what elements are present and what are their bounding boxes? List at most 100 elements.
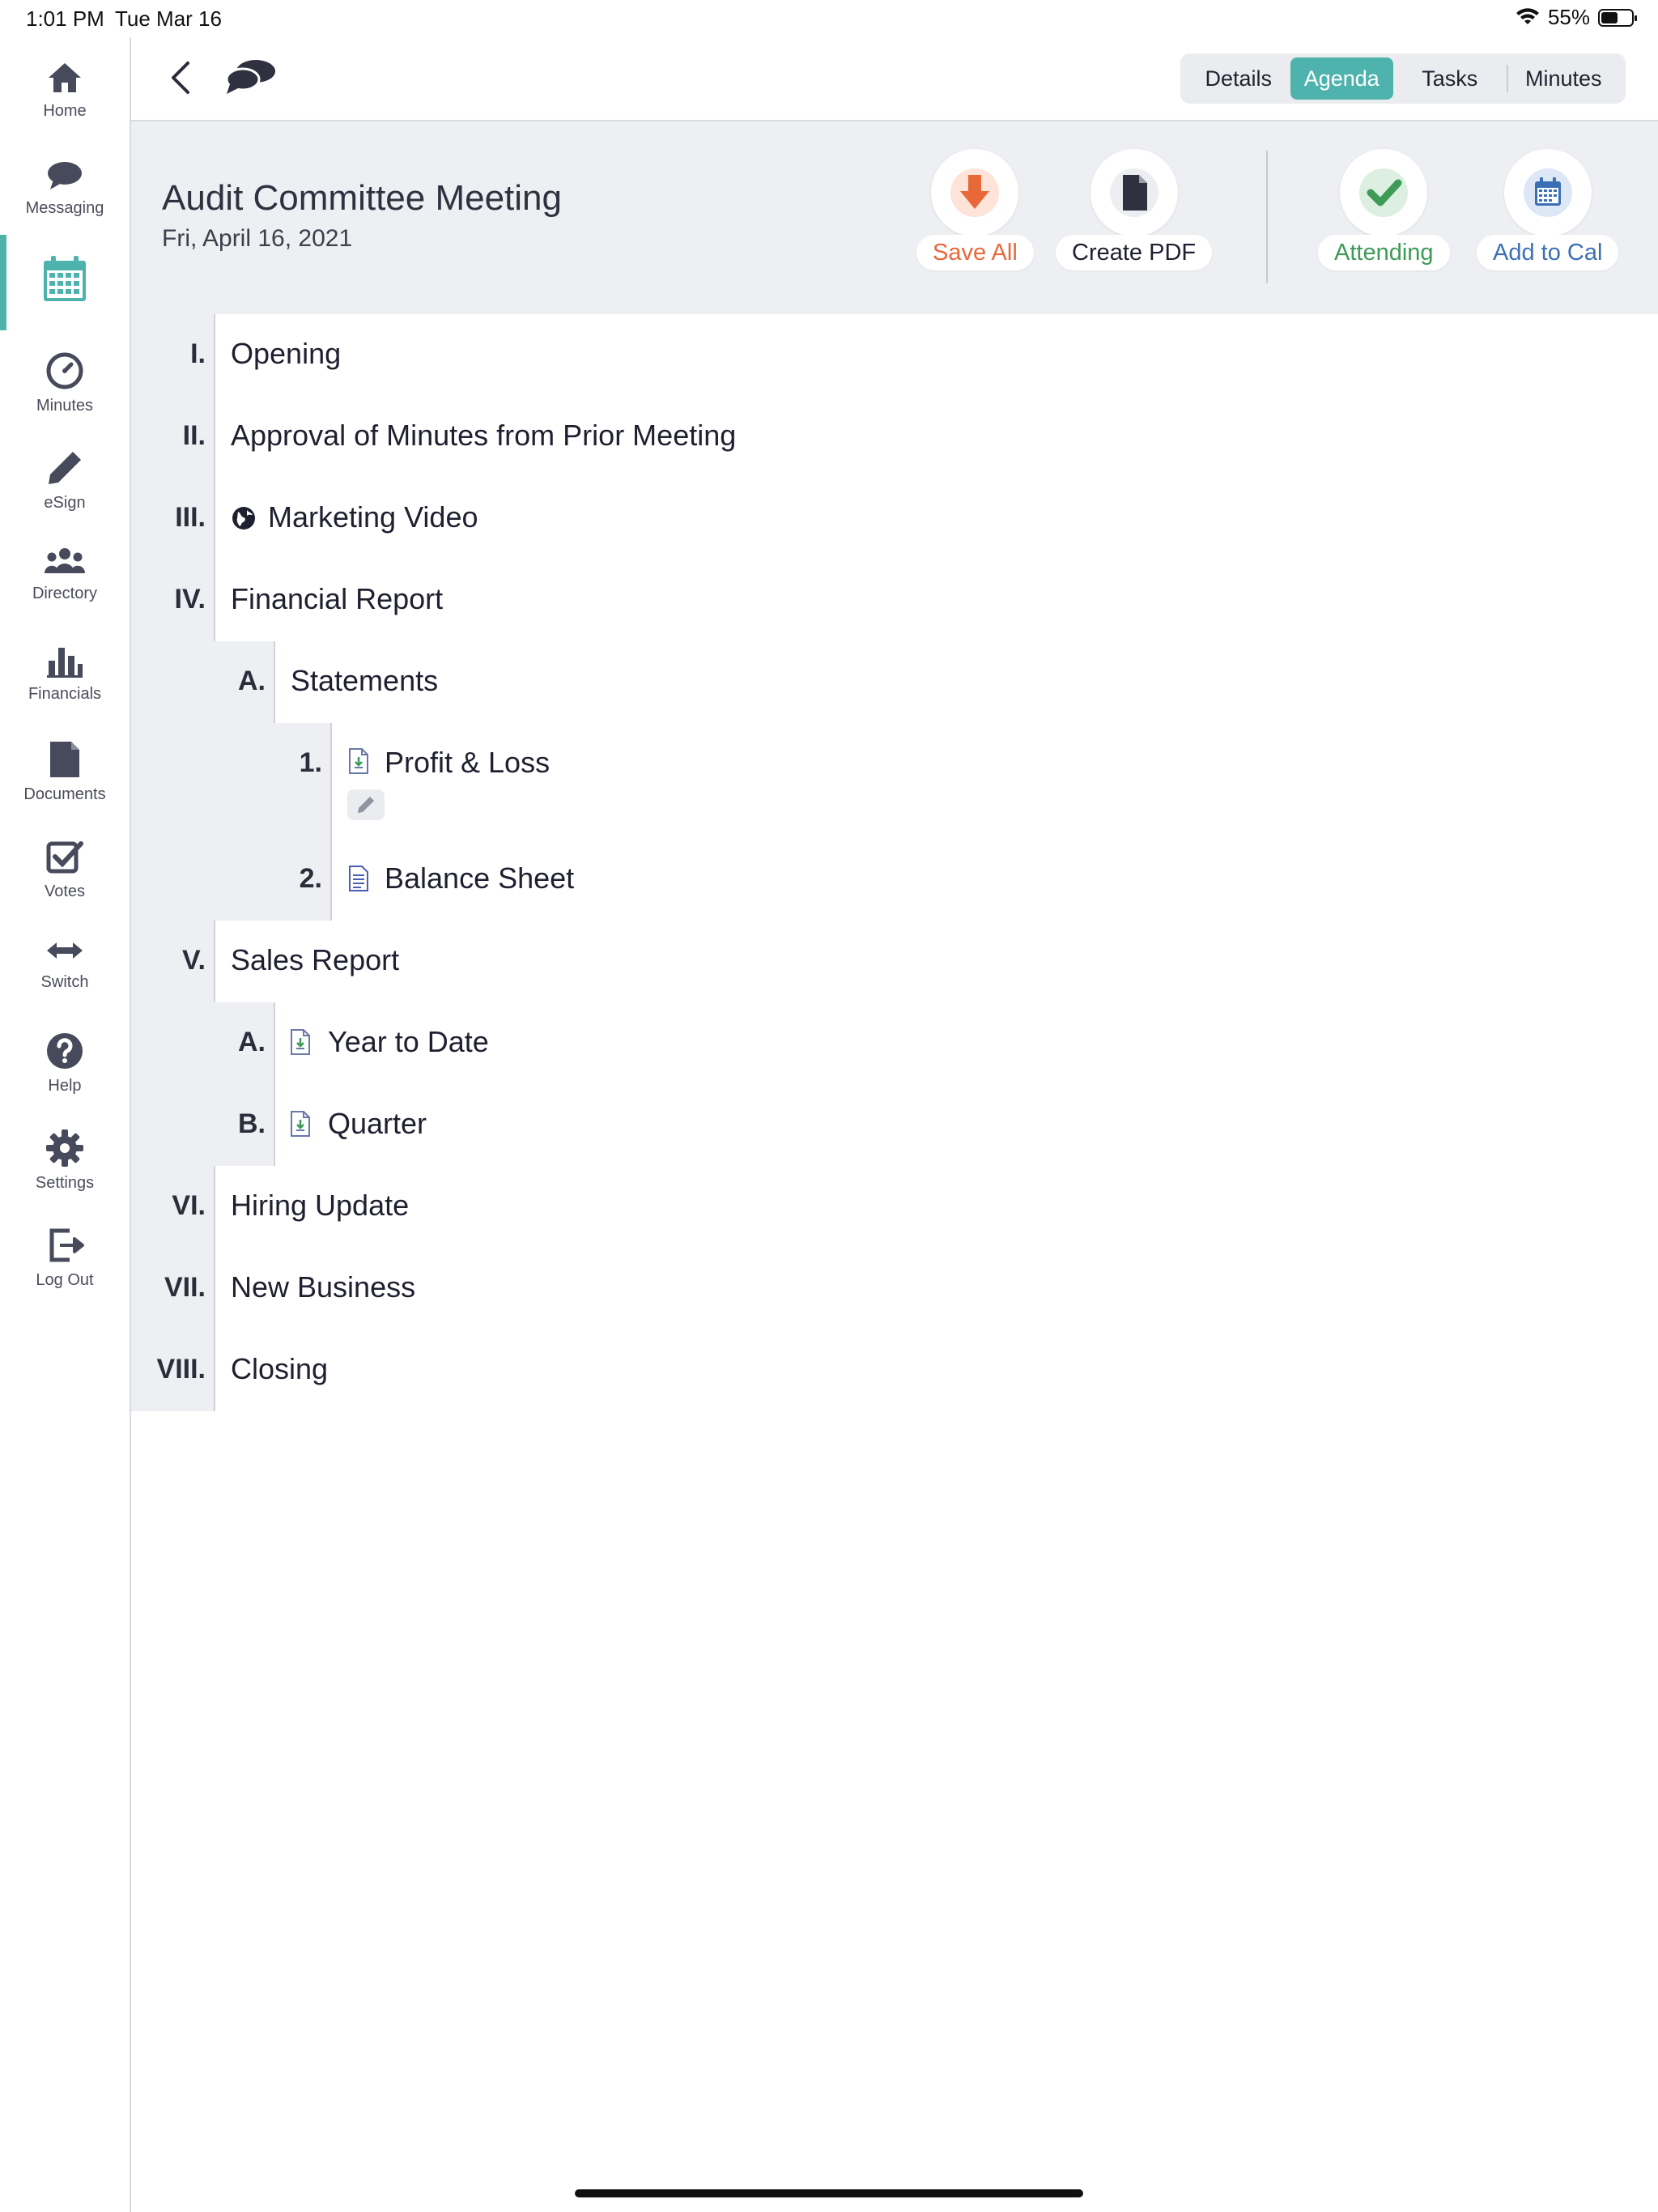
add-to-cal-circle[interactable] [1503,149,1592,236]
agenda-item-number: VII. [164,1272,206,1303]
agenda-subitem-quarter[interactable]: B. Quarter [131,1084,1658,1166]
file-download-icon [291,1111,310,1137]
agenda-item-title: Opening [231,337,342,370]
agenda-item-title: Approval of Minutes from Prior Meeting [231,419,737,452]
sidebar-item-settings[interactable]: Settings [0,1124,130,1213]
sidebar-item-help[interactable]: Help [0,1027,130,1116]
sidebar-item-votes[interactable]: Votes [0,832,130,921]
agenda-item-number: A. [238,666,266,696]
sidebar-item-label: Settings [35,1174,95,1192]
actions-divider [1266,151,1268,283]
pen-icon [49,452,81,484]
sidebar-item-label: Minutes [36,397,94,415]
agenda-item-title: Sales Report [231,943,400,976]
checkbox-icon [46,841,83,874]
sidebar: Home Messaging Minutes eSign Directory F… [0,37,131,2212]
agenda-item-marketing-video[interactable]: III. Marketing Video [131,478,1658,559]
file-download-icon [349,748,368,774]
attending-label[interactable]: Attending [1318,235,1450,270]
sidebar-item-directory[interactable]: Directory [0,541,130,630]
create-pdf-circle[interactable] [1090,149,1178,236]
agenda-item-number: A. [238,1027,266,1057]
back-chevron-icon[interactable] [168,60,193,96]
meeting-date: Fri, April 16, 2021 [162,225,353,252]
sidebar-item-label: Log Out [36,1271,94,1289]
home-indicator[interactable] [575,2189,1083,2197]
agenda-item-closing[interactable]: VIII. Closing [131,1329,1658,1411]
status-date: Tue Mar 16 [115,6,222,31]
agenda-subitem-profit-loss[interactable]: 1. Profit & Loss [131,723,1658,839]
swap-arrows-icon [47,942,83,959]
sidebar-item-messaging[interactable]: Messaging [0,152,130,241]
sidebar-item-label: Messaging [25,199,104,217]
sidebar-item-label: Home [43,102,87,120]
discussion-icon[interactable] [225,57,277,97]
agenda-item-hiring-update[interactable]: VI. Hiring Update [131,1166,1658,1248]
logout-icon [49,1228,84,1262]
calendar-icon [44,256,86,301]
sidebar-item-minutes[interactable]: Minutes [0,347,130,436]
top-bar: Details Agenda Tasks Minutes [131,37,1658,121]
agenda-item-title: Marketing Video [268,500,478,534]
clock-icon [46,352,83,389]
tab-agenda[interactable]: Agenda [1290,57,1394,100]
sidebar-item-label: Documents [23,785,106,803]
globe-icon [232,507,255,530]
meeting-title: Audit Committee Meeting [162,178,562,218]
wifi-icon [1516,7,1539,24]
tab-details[interactable]: Details [1187,57,1290,100]
save-all-label[interactable]: Save All [916,235,1034,270]
status-bar: 1:01 PM Tue Mar 16 55% [0,0,1658,37]
agenda-item-number: IV. [174,584,206,615]
agenda-subitem-year-to-date[interactable]: A. Year to Date [131,1002,1658,1084]
agenda-item-number: VI. [172,1190,206,1221]
agenda-subitem-balance-sheet[interactable]: 2. Balance Sheet [131,839,1658,921]
document-icon [50,742,79,777]
agenda-item-title: New Business [231,1270,416,1304]
agenda-item-title: Financial Report [231,582,444,615]
save-all-circle[interactable] [931,149,1019,236]
agenda-gutter [131,723,332,839]
tab-minutes[interactable]: Minutes [1508,57,1619,100]
sidebar-item-financials[interactable]: Financials [0,638,130,727]
edit-notes-button[interactable] [347,789,385,820]
view-tabs: Details Agenda Tasks Minutes [1180,53,1626,104]
agenda-item-approval-minutes[interactable]: II. Approval of Minutes from Prior Meeti… [131,396,1658,478]
agenda-subitem-statements[interactable]: A. Statements [131,641,1658,723]
agenda-item-financial-report[interactable]: IV. Financial Report [131,559,1658,641]
attending-circle[interactable] [1340,149,1428,236]
agenda-item-title: Quarter [328,1107,427,1140]
sidebar-item-label: Votes [44,883,86,900]
pdf-document-icon [1109,168,1158,217]
battery-icon [1598,8,1637,27]
sidebar-item-documents[interactable]: Documents [0,735,130,824]
attending-button[interactable]: Attending [1318,149,1450,270]
meeting-header: Audit Committee Meeting Fri, April 16, 2… [131,121,1658,314]
agenda-item-sales-report[interactable]: V. Sales Report [131,921,1658,1002]
tab-tasks[interactable]: Tasks [1393,57,1506,100]
agenda-item-opening[interactable]: I. Opening [131,314,1658,396]
agenda-item-number: 1. [299,747,322,778]
chat-bubble-icon [48,162,82,189]
create-pdf-label[interactable]: Create PDF [1056,235,1213,270]
save-all-button[interactable]: Save All [916,149,1034,270]
sidebar-item-calendar[interactable] [0,249,130,338]
agenda-item-title: Balance Sheet [385,861,575,895]
people-icon [44,548,86,573]
sidebar-item-switch[interactable]: Switch [0,929,130,1019]
agenda-item-number: B. [238,1108,266,1139]
agenda-item-number: 2. [299,863,322,894]
sidebar-item-home[interactable]: Home [0,55,130,144]
agenda-item-title: Hiring Update [231,1189,410,1222]
add-to-cal-button[interactable]: Add to Cal [1477,149,1619,270]
agenda-item-title: Statements [291,664,439,697]
agenda-item-title: Closing [231,1352,329,1385]
create-pdf-button[interactable]: Create PDF [1056,149,1213,270]
add-to-cal-label[interactable]: Add to Cal [1477,235,1619,270]
agenda-item-new-business[interactable]: VII. New Business [131,1248,1658,1329]
sidebar-item-logout[interactable]: Log Out [0,1221,130,1310]
home-icon [49,63,81,92]
gear-icon [46,1129,83,1167]
sidebar-item-esign[interactable]: eSign [0,444,130,533]
agenda-item-number: I. [190,338,206,369]
